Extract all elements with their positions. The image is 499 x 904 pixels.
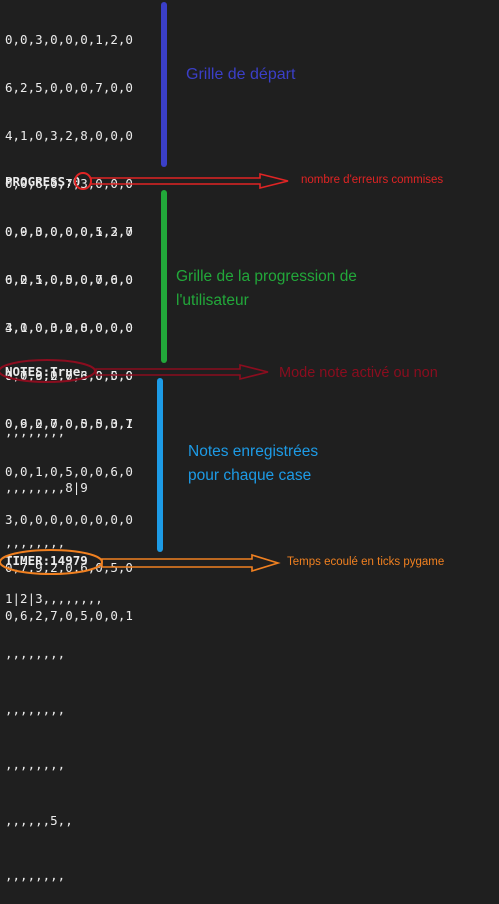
user-grid-annotation-line: Grille de la progression de — [176, 268, 357, 285]
notes-row: ,,,,,,,, — [5, 757, 66, 772]
notes-row: ,,,,,,,, — [5, 646, 66, 661]
notes-bracket — [157, 378, 163, 552]
notes-annotation-line: pour chaque case — [188, 467, 312, 484]
progress-annotation: nombre d'erreurs commises — [301, 174, 444, 186]
timer-ellipse — [0, 549, 103, 575]
starting-grid-bracket — [161, 2, 167, 167]
notes-row: ,,,,,,5,, — [5, 812, 73, 828]
progress-circle — [74, 172, 92, 190]
notes-status-arrow — [95, 363, 269, 381]
progress-arrow — [90, 172, 289, 190]
notes-annotation-line: Notes enregistrées — [188, 443, 319, 460]
timer-arrow — [101, 553, 281, 573]
timer-annotation: Temps ecoulé en ticks pygame — [287, 556, 445, 568]
user-grid-bracket — [161, 190, 167, 363]
notes-row: 1|2|3,,,,,,,, — [5, 590, 103, 606]
notes-row: ,,,,,,,, — [5, 868, 66, 883]
starting-grid-annotation: Grille de départ — [186, 66, 296, 83]
user-grid-annotation: Grille de la progression de l'utilisateu… — [176, 265, 357, 313]
user-grid-annotation-line: l'utilisateur — [176, 292, 249, 309]
notes-status-annotation: Mode note activé ou non — [279, 365, 438, 381]
notes-row: ,,,,,,,, — [5, 701, 66, 717]
notes-status-ellipse — [0, 359, 96, 383]
notes-annotation: Notes enregistrées pour chaque case — [188, 440, 318, 488]
